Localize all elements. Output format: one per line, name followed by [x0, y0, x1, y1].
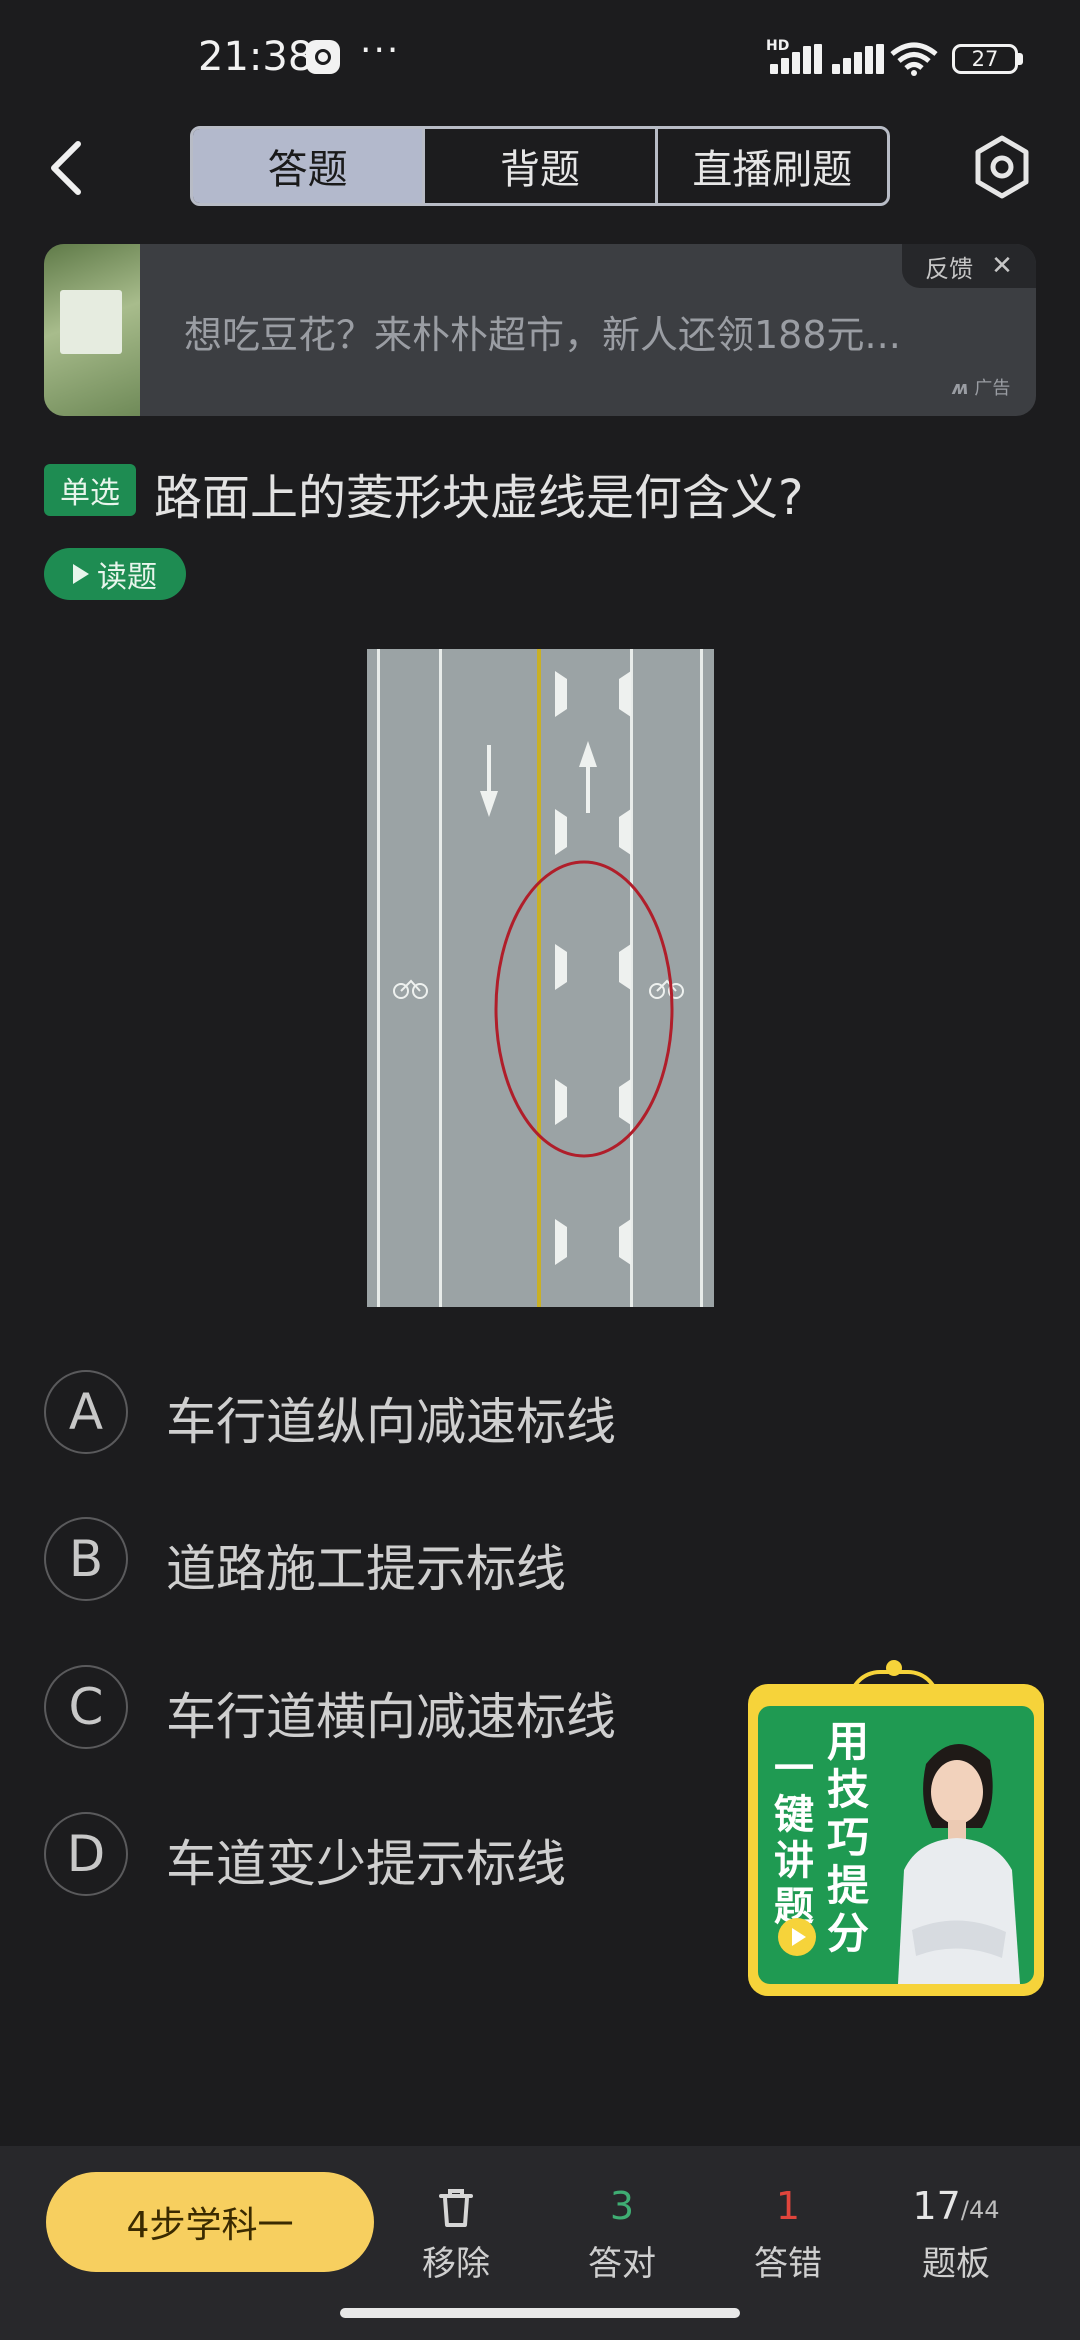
ad-tag: ʍ 广告 [952, 374, 1010, 400]
read-question-label: 读题 [97, 560, 157, 595]
board-label: 题板 [922, 2244, 990, 2284]
battery-indicator: 27 [952, 44, 1018, 74]
road-marking-image [367, 649, 714, 1307]
settings-icon[interactable] [972, 134, 1032, 200]
board-progress: 17/44 [886, 2174, 1026, 2228]
promo-left-text: 一键讲题 [774, 1746, 814, 1930]
correct-count-value: 3 [609, 2184, 635, 2228]
remove-button[interactable]: 移除 [386, 2174, 526, 2285]
option-b-letter: B [44, 1517, 128, 1601]
question-type-badge: 单选 [44, 464, 136, 516]
ad-text: 想吃豆花？来朴朴超市，新人还领188元... [184, 313, 901, 357]
more-notifications-icon: ··· [360, 30, 401, 71]
option-a[interactable]: A 车行道纵向减速标线 [44, 1370, 944, 1458]
promo-panel: 一键讲题 用技巧提分 [758, 1706, 1034, 1984]
trash-icon [439, 2189, 473, 2227]
wrong-label: 答错 [754, 2244, 822, 2284]
ad-feedback-button[interactable]: 反馈 ✕ [902, 244, 1036, 288]
option-c-letter: C [44, 1665, 128, 1749]
promo-play-icon [778, 1918, 816, 1956]
ad-thumbnail [44, 244, 140, 416]
back-icon[interactable] [44, 140, 88, 196]
tab-answer[interactable]: 答题 [193, 129, 423, 203]
correct-label: 答对 [588, 2244, 656, 2284]
play-icon [73, 564, 89, 584]
clock-app-icon [306, 40, 340, 74]
option-d-text: 车道变少提示标线 [166, 1835, 566, 1893]
option-b-text: 道路施工提示标线 [166, 1540, 566, 1598]
explain-promo-card[interactable]: 一键讲题 用技巧提分 [748, 1660, 1044, 1996]
ad-tag-label: 广告 [974, 378, 1011, 399]
option-a-text: 车行道纵向减速标线 [166, 1393, 616, 1451]
signal-icon-2 [832, 44, 884, 74]
board-total: /44 [960, 2196, 1000, 2224]
study-steps-button[interactable]: 4步学科一 [46, 2172, 374, 2272]
tab-live[interactable]: 直播刷题 [654, 129, 887, 203]
option-b[interactable]: B 道路施工提示标线 [44, 1517, 944, 1605]
ad-logo-icon: ʍ [952, 378, 969, 399]
board-current: 17 [912, 2184, 961, 2228]
wrong-count[interactable]: 1 答错 [718, 2174, 858, 2285]
presenter-image [898, 1743, 1020, 1984]
wrong-count-value: 1 [775, 2184, 801, 2228]
wifi-icon [890, 42, 938, 76]
remove-label: 移除 [422, 2244, 490, 2284]
ad-feedback-label: 反馈 [925, 254, 974, 283]
read-question-button[interactable]: 读题 [44, 548, 186, 600]
signal-icon [770, 44, 822, 74]
status-time: 21:38 [198, 34, 314, 80]
home-indicator[interactable] [340, 2308, 740, 2318]
mode-tabs: 答题 背题 直播刷题 [190, 126, 890, 206]
close-icon[interactable]: ✕ [991, 251, 1013, 281]
promo-right-text: 用技巧提分 [826, 1717, 869, 1958]
question-board-button[interactable]: 17/44 题板 [886, 2174, 1026, 2285]
option-d-letter: D [44, 1812, 128, 1896]
option-a-letter: A [44, 1370, 128, 1454]
battery-tip [1018, 53, 1023, 65]
ad-banner[interactable]: 想吃豆花？来朴朴超市，新人还领188元... 反馈 ✕ ʍ 广告 [44, 244, 1036, 416]
correct-count[interactable]: 3 答对 [552, 2174, 692, 2285]
option-c-text: 车行道横向减速标线 [166, 1688, 616, 1746]
tab-memorize[interactable]: 背题 [422, 129, 654, 203]
question-text: 路面上的菱形块虚线是何含义? [154, 470, 804, 526]
